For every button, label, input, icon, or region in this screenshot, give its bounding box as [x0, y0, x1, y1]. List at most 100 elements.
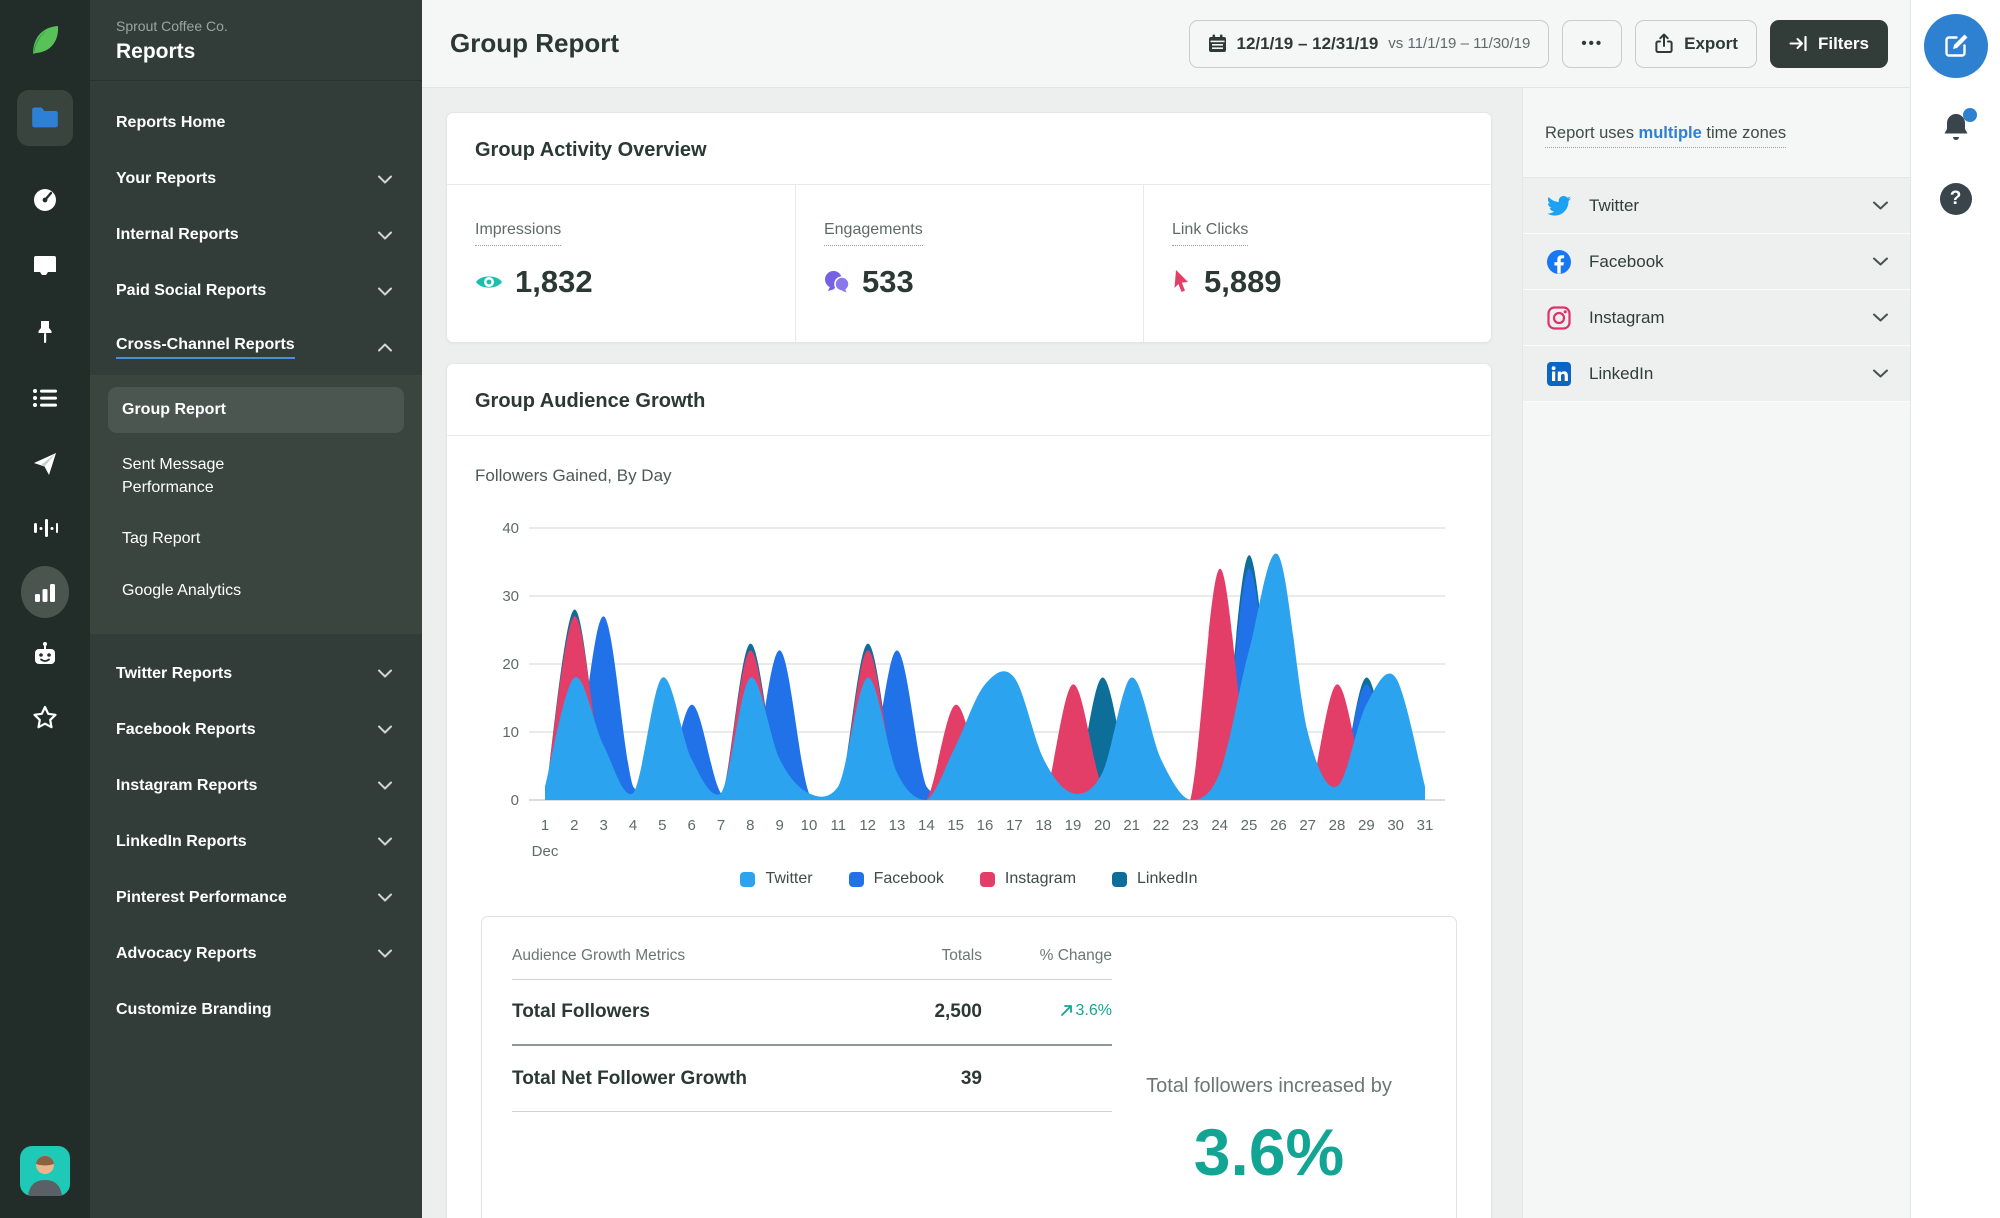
- help-button[interactable]: ?: [1939, 183, 1972, 215]
- star-icon[interactable]: [21, 694, 69, 742]
- svg-text:23: 23: [1182, 817, 1199, 834]
- svg-text:31: 31: [1417, 817, 1434, 834]
- sidebar-item-facebook-reports[interactable]: Facebook Reports: [90, 702, 422, 758]
- svg-text:24: 24: [1211, 817, 1228, 834]
- metric-label[interactable]: Impressions: [475, 221, 562, 246]
- account-row-facebook[interactable]: Facebook: [1523, 234, 1910, 290]
- gauge-icon[interactable]: [21, 176, 69, 224]
- bar-chart-icon: [35, 584, 55, 602]
- company-name: Sprout Coffee Co.: [116, 18, 228, 34]
- summary-caption: Total followers increased by: [1146, 1075, 1392, 1097]
- utility-strip: ?: [1910, 0, 2000, 1218]
- sprout-logo-icon[interactable]: [21, 16, 69, 64]
- svg-text:10: 10: [801, 817, 818, 834]
- col-header-totals: Totals: [941, 947, 983, 964]
- user-avatar[interactable]: [20, 1146, 70, 1196]
- card-title: Group Activity Overview: [475, 139, 707, 161]
- sidebar-header: Sprout Coffee Co. Reports: [90, 0, 422, 81]
- svg-text:0: 0: [511, 792, 519, 809]
- col-header-change: % Change: [1039, 947, 1112, 964]
- export-button[interactable]: Export: [1635, 19, 1757, 68]
- notifications-button[interactable]: [1941, 108, 1977, 149]
- account-row-instagram[interactable]: Instagram: [1523, 290, 1910, 346]
- svg-text:7: 7: [717, 817, 725, 834]
- more-options-button[interactable]: •••: [1562, 19, 1623, 68]
- account-row-twitter[interactable]: Twitter: [1523, 178, 1910, 234]
- legend-item-twitter[interactable]: Twitter: [740, 870, 813, 888]
- chevron-down-icon: [1873, 257, 1888, 266]
- sidebar-item-linkedin-reports[interactable]: LinkedIn Reports: [90, 814, 422, 870]
- chevron-down-icon: [378, 949, 392, 958]
- col-header-metrics: Audience Growth Metrics: [512, 947, 686, 964]
- twitter-icon: [1547, 195, 1571, 216]
- reports-sidebar: Sprout Coffee Co. Reports Reports Home Y…: [90, 0, 422, 1218]
- page-title: Group Report: [450, 28, 619, 58]
- compose-button[interactable]: [1923, 14, 1988, 78]
- submenu-item-google-analytics[interactable]: Google Analytics: [90, 565, 422, 616]
- filters-icon: [1789, 35, 1807, 52]
- inbox-icon[interactable]: [21, 242, 69, 290]
- legend-item-instagram[interactable]: Instagram: [979, 870, 1076, 888]
- audience-growth-metrics-card: Audience Growth Metrics Totals % Change …: [481, 916, 1457, 1218]
- timezone-note-text[interactable]: Report uses multiple time zones: [1545, 124, 1787, 148]
- svg-text:4: 4: [629, 817, 637, 834]
- legend-item-linkedin[interactable]: LinkedIn: [1112, 870, 1198, 888]
- date-range-value: 12/1/19 – 12/31/19: [1236, 33, 1379, 53]
- sidebar-item-customize-branding[interactable]: Customize Branding: [90, 982, 422, 1038]
- submenu-item-sent-message-performance[interactable]: Sent Message Performance: [90, 439, 300, 513]
- chevron-down-icon: [378, 893, 392, 902]
- sidebar-item-twitter-reports[interactable]: Twitter Reports: [90, 646, 422, 702]
- svg-text:1: 1: [541, 817, 549, 834]
- page-header: Group Report 12/1/19 – 12/31/19 vs 11/1/…: [422, 0, 1910, 88]
- list-icon[interactable]: [21, 374, 69, 422]
- chevron-down-icon: [378, 837, 392, 846]
- timezone-link[interactable]: multiple: [1639, 124, 1702, 142]
- legend-item-facebook[interactable]: Facebook: [848, 870, 944, 888]
- export-icon: [1655, 33, 1673, 53]
- svg-text:28: 28: [1329, 817, 1346, 834]
- metric-label[interactable]: Link Clicks: [1171, 221, 1249, 246]
- metric-link-clicks: Link Clicks 5,889: [1142, 185, 1491, 342]
- submenu-item-group-report[interactable]: Group Report: [108, 387, 404, 433]
- sidebar-item-advocacy-reports[interactable]: Advocacy Reports: [90, 926, 422, 982]
- summary-value: 3.6%: [1193, 1115, 1345, 1189]
- sidebar-item-paid-social-reports[interactable]: Paid Social Reports: [90, 263, 422, 319]
- sidebar-item-reports-home[interactable]: Reports Home: [90, 95, 422, 151]
- chevron-down-icon: [378, 175, 392, 184]
- robot-icon[interactable]: [21, 630, 69, 678]
- instagram-swatch: [979, 871, 995, 887]
- linkedin-swatch: [1112, 871, 1128, 887]
- chat-icon: [824, 271, 850, 293]
- metric-value: 1,832: [515, 264, 593, 299]
- waveform-icon[interactable]: [21, 504, 69, 552]
- svg-text:30: 30: [502, 588, 519, 605]
- account-row-linkedin[interactable]: LinkedIn: [1523, 346, 1910, 402]
- sidebar-item-your-reports[interactable]: Your Reports: [90, 151, 422, 207]
- sidebar-item-instagram-reports[interactable]: Instagram Reports: [90, 758, 422, 814]
- sidebar-item-internal-reports[interactable]: Internal Reports: [90, 207, 422, 263]
- svg-text:25: 25: [1241, 817, 1258, 834]
- sidebar-item-cross-channel-reports[interactable]: Cross-Channel Reports: [90, 319, 422, 375]
- notification-dot: [1962, 108, 1977, 122]
- timezone-note: Report uses multiple time zones: [1523, 88, 1910, 178]
- eye-icon: [476, 276, 502, 288]
- group-activity-overview-card: Group Activity Overview Impressions 1,83…: [446, 112, 1492, 343]
- change-badge: 3.6%: [1060, 1002, 1112, 1020]
- chevron-down-icon: [378, 725, 392, 734]
- filters-button[interactable]: Filters: [1769, 19, 1888, 68]
- paper-plane-icon[interactable]: [21, 440, 69, 488]
- sidebar-item-pinterest-performance[interactable]: Pinterest Performance: [90, 870, 422, 926]
- chart-legend: Twitter Facebook Instagram LinkedIn: [475, 870, 1463, 888]
- submenu-item-tag-report[interactable]: Tag Report: [90, 513, 422, 564]
- reports-active-icon[interactable]: [21, 566, 69, 618]
- svg-text:20: 20: [502, 656, 519, 673]
- reports-app-tile[interactable]: [17, 90, 73, 146]
- date-range-button[interactable]: 12/1/19 – 12/31/19 vs 11/1/19 – 11/30/19: [1188, 19, 1550, 68]
- report-content: Group Activity Overview Impressions 1,83…: [422, 88, 1522, 1218]
- svg-text:8: 8: [746, 817, 754, 834]
- metric-label[interactable]: Engagements: [823, 221, 923, 246]
- table-row: Total Followers 2,500 3.6%: [512, 980, 1112, 1046]
- metric-value: 5,889: [1203, 264, 1282, 299]
- pin-icon[interactable]: [21, 308, 69, 356]
- compose-icon: [1944, 34, 1967, 57]
